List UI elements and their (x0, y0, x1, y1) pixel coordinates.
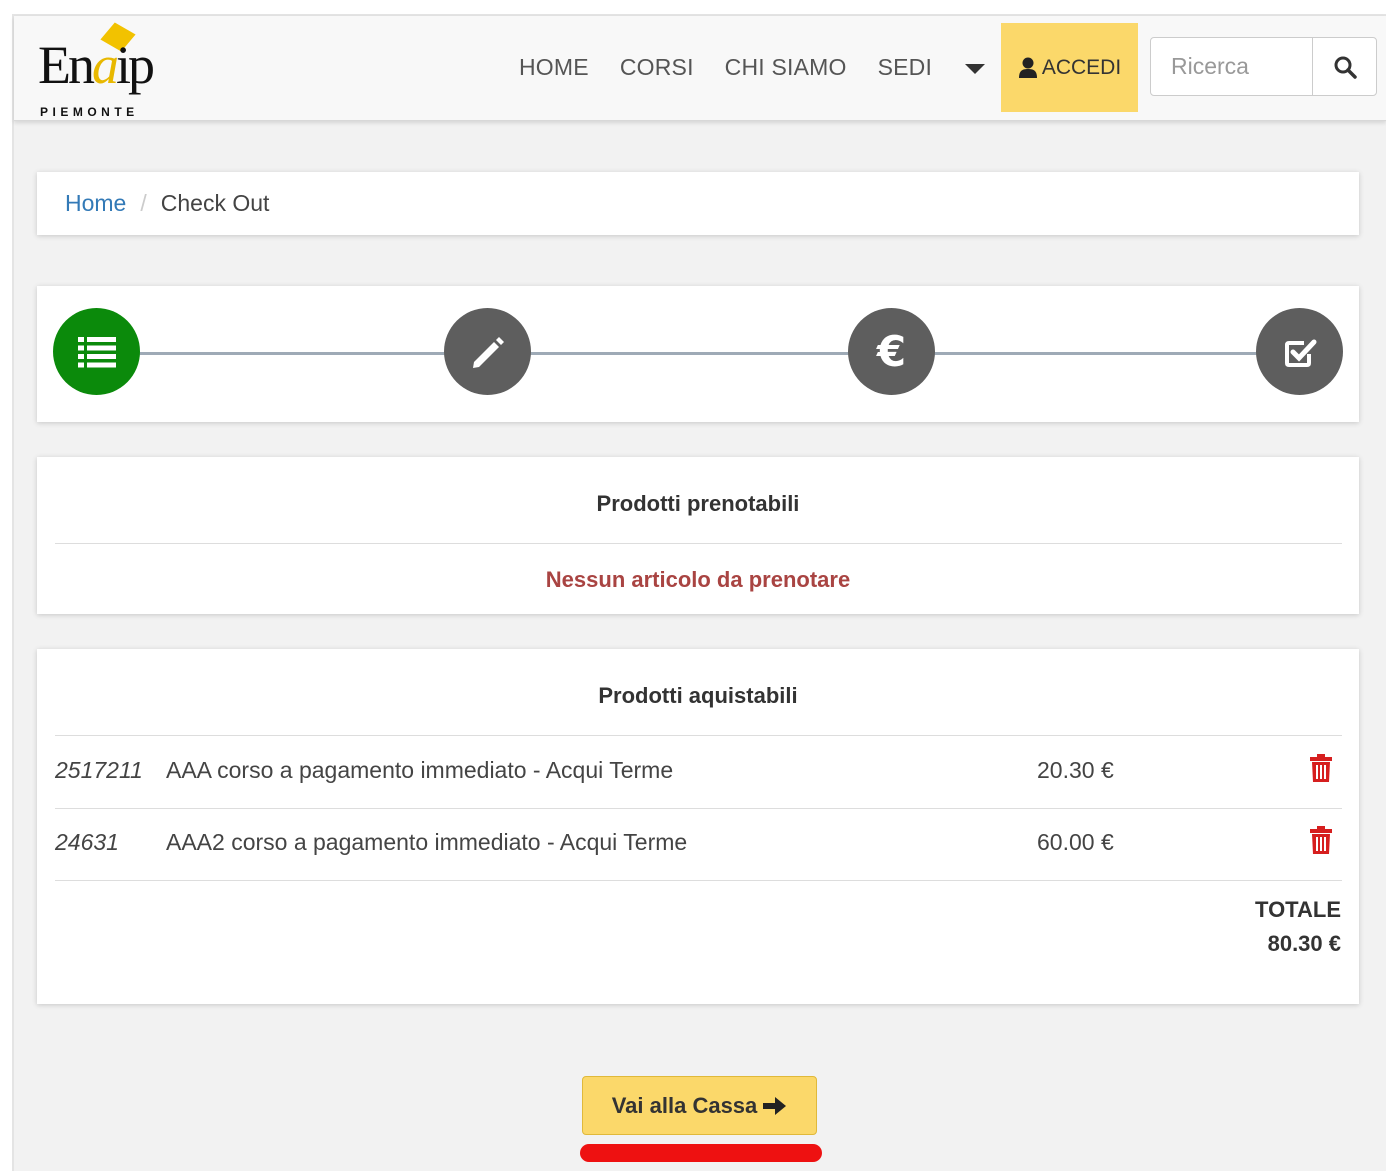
checkout-button[interactable]: Vai alla Cassa (582, 1076, 817, 1135)
empty-message: Nessun articolo da prenotare (545, 567, 851, 592)
bookable-title: Prodotti prenotabili (596, 491, 800, 516)
pencil-icon (472, 336, 504, 368)
search-button[interactable] (1312, 38, 1376, 95)
product-row: 2517211 AAA corso a pagamento immediato … (55, 736, 1342, 808)
nav-chi-siamo[interactable]: CHI SIAMO (725, 54, 847, 81)
nav-corsi[interactable]: CORSI (620, 54, 694, 81)
login-label: ACCEDI (1041, 55, 1122, 79)
product-row: 24631 AAA2 corso a pagamento immediato -… (55, 808, 1342, 880)
divider (55, 543, 1342, 544)
total-label: TOTALE (1255, 897, 1341, 922)
nav-links: HOME CORSI CHI SIAMO SEDI (519, 54, 963, 81)
product-name: AAA corso a pagamento immediato - Acqui … (166, 757, 674, 783)
breadcrumb-current: Check Out (160, 190, 270, 216)
arrow-right-icon (763, 1096, 787, 1115)
checkout-button-label: Vai alla Cassa (611, 1092, 758, 1118)
trash-icon[interactable] (1310, 754, 1332, 788)
caret-down-icon[interactable] (965, 64, 985, 74)
product-price: 20.30 € (1037, 757, 1114, 783)
search-icon (1334, 56, 1357, 79)
nav-sedi[interactable]: SEDI (878, 54, 932, 81)
logo-subtitle: PIEMONTE (40, 105, 139, 119)
product-price: 60.00 € (1037, 829, 1114, 855)
step-cart[interactable] (53, 308, 140, 395)
product-name: AAA2 corso a pagamento immediato - Acqui… (166, 829, 688, 855)
step-confirm[interactable] (1256, 308, 1343, 395)
list-icon (77, 336, 116, 367)
search-input[interactable] (1151, 38, 1312, 95)
purchasable-title: Prodotti aquistabili (598, 683, 798, 708)
bookable-products-panel: Prodotti prenotabili Nessun articolo da … (37, 457, 1359, 614)
step-payment[interactable]: € (848, 308, 935, 395)
euro-icon: € (876, 327, 907, 376)
nav-home[interactable]: HOME (519, 54, 589, 81)
user-icon (1018, 57, 1037, 78)
red-highlight-underline (580, 1144, 822, 1162)
trash-icon[interactable] (1310, 826, 1332, 860)
product-code: 2517211 (55, 757, 143, 783)
logo-wordmark: Enaip (38, 35, 155, 95)
search-box (1150, 37, 1377, 96)
product-code: 24631 (55, 829, 119, 855)
enaip-logo[interactable]: Enaip PIEMONTE (34, 20, 164, 120)
breadcrumb: Home / Check Out (37, 172, 1359, 235)
breadcrumb-separator: / (140, 190, 147, 216)
login-button[interactable]: ACCEDI (1001, 23, 1138, 112)
steps-connector-line (97, 352, 1297, 355)
divider (55, 880, 1342, 881)
check-square-icon (1284, 339, 1316, 367)
purchasable-products-panel: Prodotti aquistabili 2517211 AAA corso a… (37, 649, 1359, 1004)
breadcrumb-home-link[interactable]: Home (65, 190, 126, 217)
step-details[interactable] (444, 308, 531, 395)
total-value: 80.30 € (1267, 931, 1341, 956)
navbar: Enaip PIEMONTE HOME CORSI CHI SIAMO SEDI… (14, 16, 1386, 121)
page-frame: Enaip PIEMONTE HOME CORSI CHI SIAMO SEDI… (12, 14, 1386, 1171)
checkout-steps: € (37, 286, 1359, 422)
